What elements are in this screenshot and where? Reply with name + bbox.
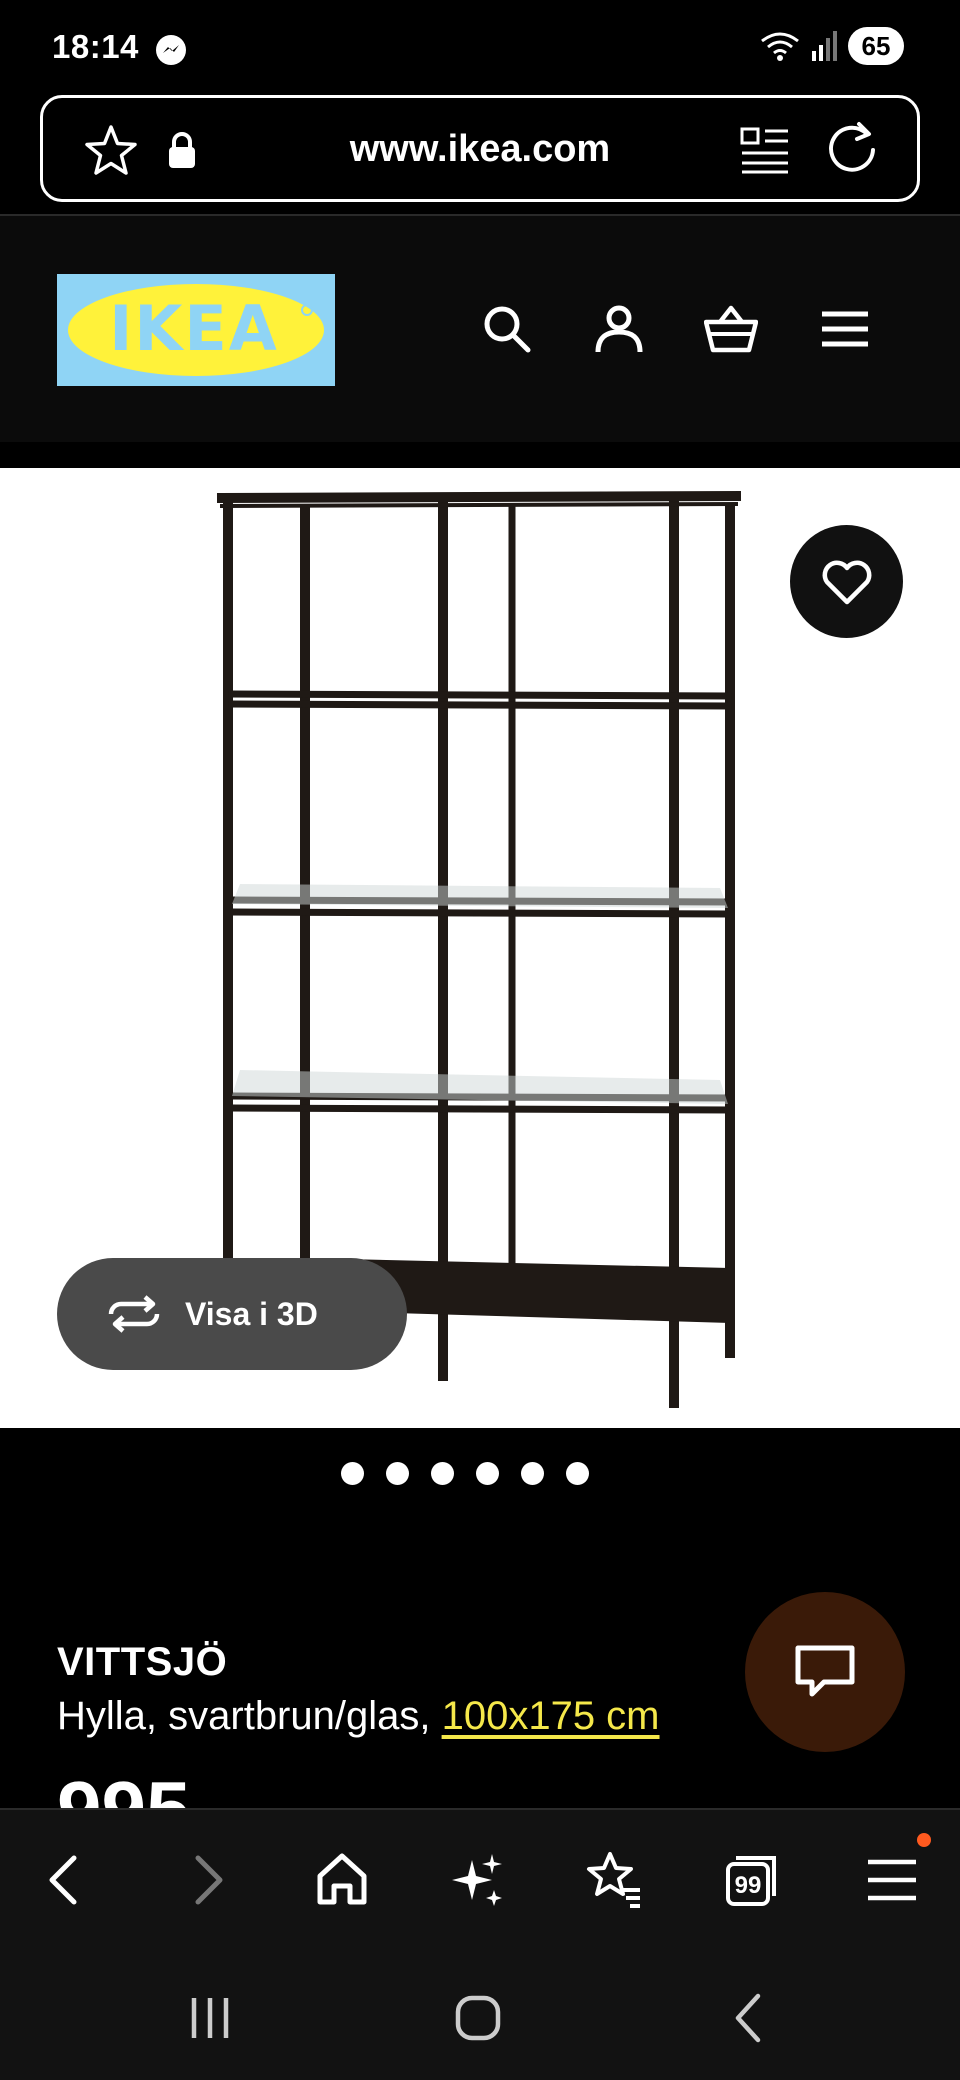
product-description: Hylla, svartbrun/glas, 100x175 cm (57, 1694, 660, 1739)
home-nav-icon[interactable] (448, 1988, 508, 2048)
view-3d-button[interactable]: Visa i 3D (57, 1258, 407, 1370)
basket-icon[interactable] (704, 302, 758, 356)
status-time: 18:14 (52, 28, 139, 65)
forward-icon[interactable] (176, 1850, 236, 1910)
menu-icon[interactable] (862, 1850, 922, 1910)
status-bar: 18:14 65 (0, 0, 960, 92)
carousel-dot[interactable] (431, 1462, 454, 1485)
signal-icon (812, 31, 837, 61)
menu-icon[interactable] (818, 302, 872, 356)
carousel-dot[interactable] (476, 1462, 499, 1485)
search-icon[interactable] (480, 302, 534, 356)
favorite-button[interactable] (790, 525, 903, 638)
back-icon[interactable] (36, 1850, 96, 1910)
sparkle-icon[interactable] (448, 1850, 508, 1910)
home-icon[interactable] (312, 1850, 372, 1910)
account-icon[interactable] (592, 302, 646, 356)
product-size-link[interactable]: 100x175 cm (442, 1694, 660, 1738)
product-name: VITTSJÖ (57, 1640, 228, 1684)
chat-icon (795, 1645, 855, 1697)
chat-button[interactable] (745, 1592, 905, 1752)
product-price: 995 (57, 1770, 190, 1808)
svg-text:IKEA: IKEA (109, 292, 278, 365)
image-carousel-dots[interactable] (0, 1462, 960, 1485)
recent-apps-icon[interactable] (180, 1988, 240, 2048)
back-nav-icon[interactable] (720, 1988, 780, 2048)
carousel-dot[interactable] (521, 1462, 544, 1485)
status-indicators: 65 (760, 26, 904, 66)
battery-indicator: 65 (848, 27, 904, 65)
notification-dot (917, 1833, 931, 1847)
rotate-3d-icon (108, 1295, 160, 1333)
ikea-logo[interactable]: IKEA (57, 274, 335, 386)
view-3d-label: Visa i 3D (185, 1295, 318, 1332)
divider (0, 442, 960, 468)
carousel-dot[interactable] (566, 1462, 589, 1485)
carousel-dot[interactable] (386, 1462, 409, 1485)
product-description-text: Hylla, svartbrun/glas, (57, 1694, 442, 1738)
reader-mode-icon[interactable] (739, 123, 791, 175)
reload-icon[interactable] (823, 120, 881, 178)
browser-toolbar: 99 (0, 1808, 960, 1948)
wifi-icon (761, 32, 799, 61)
price-value: 995 (57, 1770, 190, 1808)
tabs-icon[interactable]: 99 (722, 1850, 782, 1910)
heart-icon (822, 560, 871, 604)
site-header: IKEA (0, 216, 960, 442)
system-nav-bar (0, 1948, 960, 2080)
messenger-icon (156, 35, 186, 65)
bookmarks-icon[interactable] (584, 1850, 644, 1910)
tab-count: 99 (735, 1872, 762, 1899)
carousel-dot[interactable] (341, 1462, 364, 1485)
address-bar[interactable]: www.ikea.com (40, 95, 920, 202)
